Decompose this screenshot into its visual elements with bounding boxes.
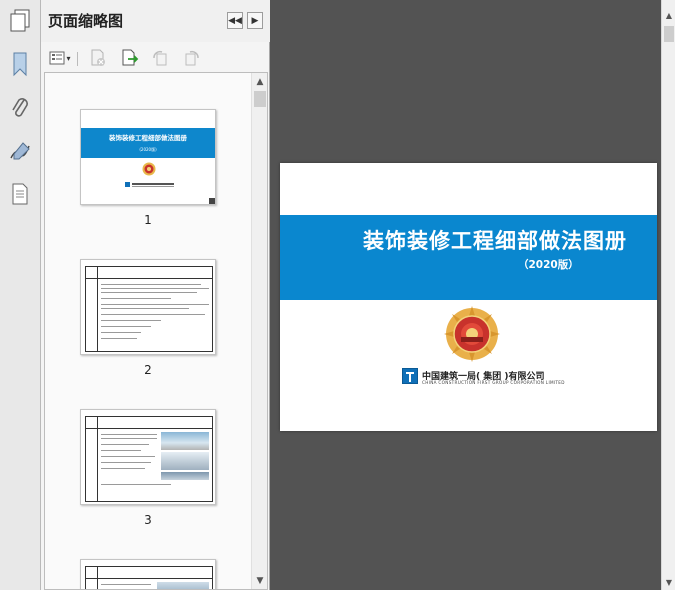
thumbnail-page-1[interactable]: 装饰装修工程细部做法图册 (2020版) <box>80 109 216 205</box>
table-border <box>85 578 213 579</box>
table-border <box>97 416 98 502</box>
scroll-down-arrow[interactable]: ▼ <box>252 573 267 589</box>
text-line <box>101 584 151 585</box>
thumbnail-cover-band: 装饰装修工程细部做法图册 (2020版) <box>81 128 215 158</box>
thumbnail-page-2[interactable] <box>80 259 216 355</box>
rotate-left-icon <box>153 50 167 66</box>
table-border <box>85 416 213 417</box>
text-line <box>101 434 157 435</box>
text-line <box>101 326 151 327</box>
thumbnail-scrollbar[interactable]: ▲ ▼ <box>251 73 267 589</box>
document-edition: （2020版） <box>518 259 579 271</box>
text-line <box>101 450 141 451</box>
rotate-right-icon <box>185 50 199 66</box>
text-line <box>101 284 201 285</box>
emblem-icon <box>142 162 156 176</box>
document-title: 装饰装修工程细部做法图册 <box>363 229 627 253</box>
text-line <box>101 462 151 463</box>
text-line <box>101 338 137 339</box>
toolbar-divider <box>77 52 78 66</box>
company-logo-icon <box>402 368 418 384</box>
company-logo-icon <box>125 182 130 187</box>
panel-title: 页面缩略图 <box>48 12 124 30</box>
text-line <box>101 304 209 305</box>
thumbnail-list[interactable]: 装饰装修工程细部做法图册 (2020版) 1 2 3 ▲ ▼ <box>44 72 268 590</box>
thumbnail-page-3[interactable] <box>80 409 216 505</box>
thumbnail-page-4[interactable] <box>80 559 216 589</box>
table-border <box>85 501 213 502</box>
photo-ceiling <box>161 432 209 450</box>
insert-page-icon <box>122 49 139 66</box>
collapse-panel-button[interactable]: ◀◀ <box>227 12 243 29</box>
delete-page-button[interactable] <box>87 48 109 68</box>
chevron-down-icon: ▾ <box>66 53 71 63</box>
thumbnail-cover-title: 装饰装修工程细部做法图册 <box>109 134 187 142</box>
scroll-thumb[interactable] <box>254 91 266 107</box>
text-line <box>101 444 149 445</box>
document-scrollbar[interactable]: ▲ ▼ <box>661 0 675 590</box>
scroll-down-arrow[interactable]: ▼ <box>662 575 675 589</box>
navigation-rail <box>0 0 41 590</box>
photo-floor <box>161 472 209 480</box>
text-line <box>101 332 141 333</box>
text-line <box>101 468 145 469</box>
thumbnails-toolbar: ▾ <box>41 44 270 72</box>
thumbnail-cover-subtitle: (2020版) <box>139 147 157 152</box>
layers-icon[interactable] <box>6 180 34 208</box>
table-border <box>85 351 213 352</box>
text-line <box>101 456 155 457</box>
table-border <box>97 266 98 352</box>
signature-icon[interactable] <box>6 137 34 165</box>
scroll-thumb[interactable] <box>664 26 674 42</box>
thumbnail-company-line <box>132 183 174 185</box>
table-border <box>85 566 213 567</box>
document-view[interactable]: 装饰装修工程细部做法图册 （2020版） 中国建筑一局(集团)有限公司 CH… <box>271 0 661 590</box>
table-border <box>85 278 213 279</box>
text-line <box>101 314 205 315</box>
bookmark-icon[interactable] <box>6 50 34 78</box>
page-thumbnails-panel: 页面缩略图 ◀◀ ▶ ▾ 装饰装修工程细部做法图册 (2020版) 1 2 3 … <box>41 0 270 590</box>
expand-panel-button[interactable]: ▶ <box>247 12 263 29</box>
thumbnail-company-line <box>132 186 174 187</box>
thumbnail-page-number: 3 <box>144 513 152 527</box>
thumbnail-page-number: 1 <box>144 213 152 227</box>
document-page: 装饰装修工程细部做法图册 （2020版） 中国建筑一局(集团)有限公司 CH… <box>280 163 657 431</box>
table-border <box>85 428 213 429</box>
rotate-left-button[interactable] <box>149 48 171 68</box>
resize-handle[interactable] <box>209 198 215 204</box>
company-name-en: CHINA CONSTRUCTION FIRST GROUP CORPORATI… <box>422 380 565 385</box>
text-line <box>101 308 189 309</box>
text-line <box>101 320 161 321</box>
scroll-up-arrow[interactable]: ▲ <box>662 8 675 22</box>
text-line <box>101 288 209 289</box>
photo-thumbnail <box>157 582 209 589</box>
delete-page-icon <box>91 49 105 66</box>
text-line <box>101 298 171 299</box>
scroll-up-arrow[interactable]: ▲ <box>252 74 267 90</box>
attachment-icon[interactable] <box>6 94 34 122</box>
emblem-icon <box>444 306 500 362</box>
title-band: 装饰装修工程细部做法图册 （2020版） <box>280 215 657 300</box>
options-list-icon <box>49 51 65 65</box>
photo-corridor <box>161 452 209 470</box>
pages-icon[interactable] <box>6 7 34 35</box>
rotate-right-button[interactable] <box>181 48 203 68</box>
options-menu-button[interactable]: ▾ <box>45 48 75 68</box>
thumbnail-page-number: 2 <box>144 363 152 377</box>
panel-header: 页面缩略图 ◀◀ ▶ <box>41 0 270 42</box>
text-line <box>101 292 197 293</box>
insert-page-button[interactable] <box>119 48 141 68</box>
text-line <box>101 438 157 439</box>
table-border <box>85 266 213 267</box>
text-line <box>101 484 171 485</box>
